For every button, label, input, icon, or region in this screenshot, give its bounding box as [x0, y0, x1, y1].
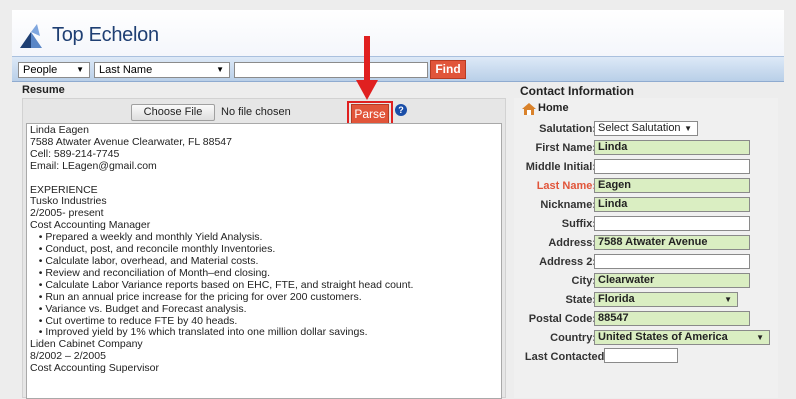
- nickname-label: Nickname:: [540, 199, 596, 211]
- dropdown-caret-icon: ▼: [76, 65, 84, 74]
- country-select[interactable]: United States of America ▼: [594, 330, 770, 345]
- suffix-label: Suffix:: [561, 218, 596, 230]
- last-contacted-label: Last Contacted:: [524, 351, 608, 363]
- parse-button[interactable]: Parse: [351, 104, 389, 124]
- first-name-field[interactable]: Linda: [594, 140, 750, 155]
- middle-initial-label: Middle Initial:: [525, 161, 596, 173]
- find-button[interactable]: Find: [430, 60, 466, 79]
- last-contacted-field[interactable]: [604, 348, 678, 363]
- country-value: United States of America: [598, 331, 728, 343]
- dropdown-caret-icon: ▼: [684, 124, 692, 133]
- state-label: State:: [565, 294, 596, 306]
- state-value: Florida: [598, 293, 635, 305]
- city-label: City:: [571, 275, 596, 287]
- search-category-value: People: [23, 64, 58, 76]
- resume-textarea[interactable]: Linda Eagen 7588 Atwater Avenue Clearwat…: [26, 123, 502, 399]
- country-label: Country:: [550, 332, 596, 344]
- search-bar: People ▼ Last Name ▼ Find: [12, 56, 784, 82]
- address-field[interactable]: 7588 Atwater Avenue: [594, 235, 750, 250]
- home-icon: [522, 103, 536, 115]
- contact-title: Contact Information: [520, 84, 634, 98]
- arrow-annotation: [356, 36, 378, 100]
- no-file-text: No file chosen: [221, 106, 291, 118]
- city-field[interactable]: Clearwater: [594, 273, 750, 288]
- resume-panel: Choose File No file chosen Parse ? Linda…: [22, 98, 506, 399]
- postal-code-label: Postal Code:: [528, 313, 596, 325]
- salutation-value: Select Salutation: [598, 122, 681, 134]
- address-label: Address:: [548, 237, 596, 249]
- salutation-label: Salutation:: [539, 123, 596, 135]
- last-name-label: Last Name:: [536, 180, 596, 192]
- search-input[interactable]: [234, 62, 428, 78]
- address2-label: Address 2:: [539, 256, 596, 268]
- last-name-field[interactable]: Eagen: [594, 178, 750, 193]
- help-icon[interactable]: ?: [395, 104, 407, 116]
- choose-file-button[interactable]: Choose File: [131, 104, 215, 121]
- salutation-select[interactable]: Select Salutation ▼: [594, 121, 698, 136]
- app-header: Top Echelon: [12, 10, 784, 56]
- resume-title: Resume: [22, 84, 65, 96]
- dropdown-caret-icon: ▼: [216, 65, 224, 74]
- brand-name: Top Echelon: [52, 24, 159, 46]
- search-field-value: Last Name: [99, 64, 153, 76]
- dropdown-caret-icon: ▼: [724, 295, 732, 304]
- home-section-label: Home: [538, 102, 569, 114]
- nickname-field[interactable]: Linda: [594, 197, 750, 212]
- address2-field[interactable]: [594, 254, 750, 269]
- dropdown-caret-icon: ▼: [756, 333, 764, 342]
- search-field-select[interactable]: Last Name ▼: [94, 62, 230, 78]
- contact-panel: Home Salutation: Select Salutation ▼ Fir…: [514, 98, 778, 398]
- first-name-label: First Name:: [535, 142, 596, 154]
- postal-code-field[interactable]: 88547: [594, 311, 750, 326]
- search-category-select[interactable]: People ▼: [18, 62, 90, 78]
- state-select[interactable]: Florida ▼: [594, 292, 738, 307]
- middle-initial-field[interactable]: [594, 159, 750, 174]
- suffix-field[interactable]: [594, 216, 750, 231]
- logo-icon: [20, 24, 42, 48]
